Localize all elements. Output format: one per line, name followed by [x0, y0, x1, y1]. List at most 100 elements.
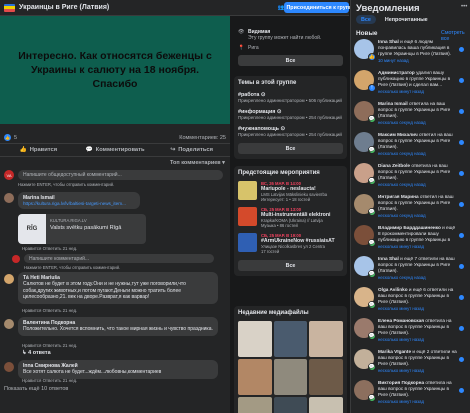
comment-text: Положительно. Хочется вспомнить, что так… — [23, 326, 213, 332]
notification-body: Inna Shal и ещё 6 людям понравилась ваша… — [378, 39, 457, 63]
notification-item[interactable]: 💬 Интригая Марина ответил на ваш вопрос в… — [354, 194, 469, 218]
notification-body: Diana Zeitbole ответила на ваш вопрос в … — [378, 163, 457, 187]
enter-hint: Нажмите ENTER, чтобы отправить комментар… — [18, 182, 115, 187]
visibility-sub: Эту группу может найти любой. — [248, 35, 322, 41]
topic-item[interactable]: #нужнапомощь ⊙ Прикреплено администраторо… — [238, 126, 343, 137]
show-more-replies[interactable]: Показать ещё 10 ответов — [4, 386, 68, 392]
topics-all-button[interactable]: Все — [238, 143, 343, 154]
topic-item[interactable]: #информация ⊙ Прикреплено администратором… — [238, 109, 343, 120]
comment-actions[interactable]: Нравится Ответить 21 нед. — [22, 378, 77, 383]
tab-all[interactable]: Все — [356, 15, 376, 24]
avatar: 💬 — [354, 194, 376, 216]
tab-unread[interactable]: Непрочитанные — [380, 15, 433, 24]
notification-text: Елена Романовская ответила на ваш вопрос… — [378, 318, 457, 336]
comment-button[interactable]: 💬 Комментировать — [77, 144, 154, 156]
media-thumbnail[interactable] — [273, 359, 308, 395]
share-button[interactable]: ↪ Поделиться — [153, 144, 230, 156]
media-thumbnail[interactable] — [273, 397, 308, 413]
post-image[interactable]: Интересно. Как относятся беженцы с Украи… — [0, 16, 230, 124]
group-title[interactable]: Украинцы в Риге (Латвия) — [19, 4, 109, 11]
notification-text: Виктория Подкорна ответила на ваш вопрос… — [378, 380, 457, 398]
comments-count[interactable]: Комментариев: 25 — [179, 135, 226, 141]
event-item[interactable]: ВС, 26 МАР. В 14:00 Mariupole - neslaucta… — [238, 181, 343, 202]
event-item[interactable]: СБ, 25 МАР. В 19:00 #ArmUkraineNow #russi… — [238, 233, 343, 254]
notification-type-icon: 💬 — [368, 332, 376, 340]
notification-type-icon: 💬 — [368, 363, 376, 371]
avatar[interactable] — [4, 193, 14, 203]
notification-item[interactable]: 👍 Inna Shal и ещё 6 людям понравилась ваш… — [354, 39, 469, 63]
join-label: Присоединиться к группе — [286, 4, 356, 11]
like-button[interactable]: 👍 Нравится — [0, 144, 77, 156]
notification-item[interactable]: 💬 Marina Ismail ответила на ваш вопрос в … — [354, 101, 469, 125]
notifications-panel: Уведомления ••• Все Непрочитанные Новые … — [350, 0, 470, 413]
notification-text: Inna Shal и ещё 7 ответили на ваш вопрос… — [378, 256, 457, 274]
notification-item[interactable]: 💬 Marika Vīgante и ещё 2 ответили на ваш … — [354, 349, 469, 373]
avatar[interactable] — [4, 362, 14, 372]
avatar[interactable] — [4, 274, 14, 284]
unread-dot — [459, 264, 464, 269]
comment-label: Комментировать — [95, 147, 145, 153]
avatar: ! — [354, 70, 376, 92]
media-grid — [238, 321, 343, 413]
unread-dot — [459, 171, 464, 176]
notification-item[interactable]: ! Администратор удалил вашу публикацию в … — [354, 70, 469, 94]
notification-body: Olga Avilinko и ещё 6 ответили на ваш во… — [378, 287, 457, 311]
notification-actor: Елена Романовская — [378, 318, 424, 323]
about-all-button[interactable]: Все — [238, 55, 343, 66]
view-replies-link[interactable]: ↳ 4 ответа — [22, 350, 51, 356]
events-all-button[interactable]: Все — [238, 260, 343, 271]
media-thumbnail[interactable] — [309, 321, 343, 357]
notification-item[interactable]: 💬 Olga Avilinko и ещё 6 ответили на ваш в… — [354, 287, 469, 311]
group-header: Украинцы в Риге (Латвия) 👥 Присоединитьс… — [0, 0, 355, 16]
sort-comments-dropdown[interactable]: Топ комментариев ▾ — [170, 160, 225, 166]
comment-actions[interactable]: Нравится Ответить 21 нед. — [22, 308, 77, 313]
notification-item[interactable]: 💬 Владимир Барддашиненко и ещё 8 прокомме… — [354, 225, 469, 249]
event-thumbnail — [238, 181, 257, 200]
comment-bubble: Inna Смирнова Жалей Все хотят салюта не … — [18, 360, 218, 379]
comment-actions[interactable]: Нравится Ответить 21 нед. — [22, 246, 77, 251]
notification-body: Администратор удалил вашу публикацию в г… — [378, 70, 457, 94]
unread-dot — [459, 233, 464, 238]
app-root: Украинцы в Риге (Латвия) 👥 Присоединитьс… — [0, 0, 470, 413]
notification-item[interactable]: 💬 Виктория Подкорна ответила на ваш вопро… — [354, 380, 469, 404]
new-section-heading: Новые — [356, 30, 378, 37]
notification-actor: Виктория Подкорна — [378, 380, 425, 385]
unread-dot — [459, 357, 464, 362]
notification-actor: Inna Shal — [378, 256, 399, 261]
notification-actor: Максим Михалич — [378, 132, 418, 137]
comment-link[interactable]: https://kultura.riga.lv/lv/baltiesi-targ… — [23, 201, 135, 206]
join-group-button[interactable]: 👥 Присоединиться к группе — [278, 2, 355, 13]
media-thumbnail[interactable] — [238, 321, 272, 357]
notification-time: несколько минут назад — [378, 88, 425, 94]
media-thumbnail[interactable] — [309, 359, 343, 395]
media-thumbnail[interactable] — [309, 397, 343, 413]
post-image-text: Интересно. Как относятся беженцы с Украи… — [18, 49, 212, 91]
topic-item[interactable]: #работа ⊙ Прикреплено администратором • 5… — [238, 92, 343, 103]
notification-text: Максим Михалич ответил на ваш вопрос в г… — [378, 132, 457, 150]
media-thumbnail[interactable] — [238, 397, 272, 413]
notification-item[interactable]: 💬 Inna Shal и ещё 7 ответили на ваш вопро… — [354, 256, 469, 280]
avatar: 💬 — [354, 318, 376, 340]
link-preview-card[interactable]: RĪG KULTURA.RIGA.LV Valsts svētku pasāku… — [18, 214, 146, 244]
comment-bubble: Marina Ismail https://kultura.riga.lv/lv… — [18, 192, 140, 209]
media-thumbnail[interactable] — [238, 359, 272, 395]
notification-item[interactable]: 💬 Елена Романовская ответила на ваш вопро… — [354, 318, 469, 342]
event-item[interactable]: СБ, 25 МАР. В 13:00 Multi-instrumentāli e… — [238, 207, 343, 228]
media-card: Недавние медиафайлы — [234, 306, 347, 413]
notification-time: 10 минут назад — [378, 57, 409, 63]
media-thumbnail[interactable] — [273, 321, 308, 357]
avatar: 💬 — [354, 163, 376, 185]
reaction-count[interactable]: 5 — [14, 135, 17, 141]
more-options-icon[interactable]: ••• — [461, 4, 467, 10]
notification-actor: Marika Vīgante — [378, 349, 412, 354]
notification-actor: Olga Avilinko — [378, 287, 408, 292]
avatar: 💬 — [354, 256, 376, 278]
comment-input[interactable]: Напишите общедоступный комментарий... — [18, 170, 223, 180]
notification-item[interactable]: 💬 Максим Михалич ответил на ваш вопрос в … — [354, 132, 469, 156]
reply-input[interactable]: Напишите комментарий... — [24, 254, 214, 263]
comment-actions[interactable]: Нравится Ответить 21 нед. — [22, 343, 77, 348]
notification-actor: Интригая Марина — [378, 194, 419, 199]
link-body: KULTURA.RIGA.LV Valsts svētku pasākumi R… — [46, 214, 125, 244]
avatar[interactable] — [4, 319, 14, 329]
notification-item[interactable]: 💬 Diana Zeitbole ответила на ваш вопрос в… — [354, 163, 469, 187]
